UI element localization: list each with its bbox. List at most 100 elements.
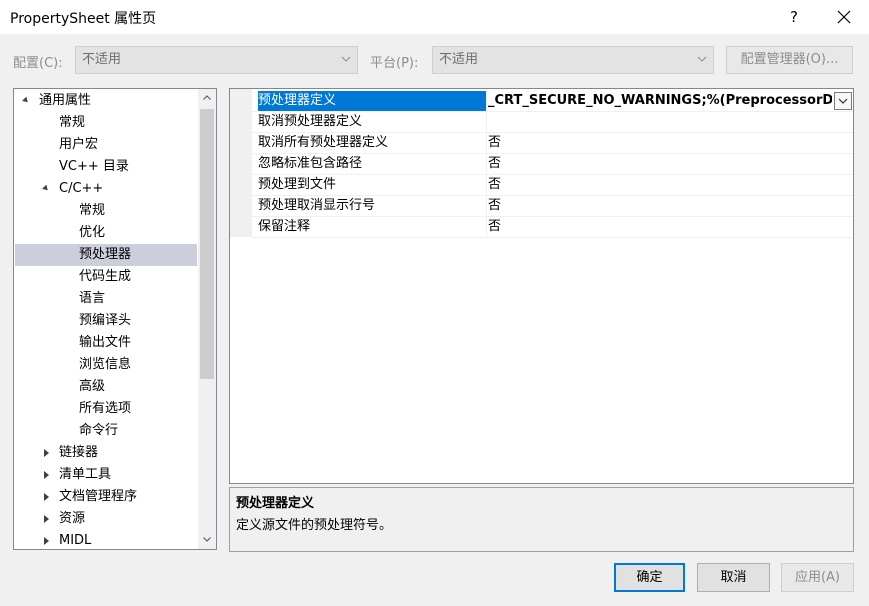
property-name: 预处理取消显示行号 — [258, 198, 376, 213]
tree-item-label: 预编译头 — [79, 313, 132, 328]
tree-item[interactable]: 预处理器 — [15, 244, 197, 266]
property-value: 否 — [488, 135, 502, 150]
description-panel: 预处理器定义 定义源文件的预处理符号。 — [229, 487, 854, 552]
tree-item[interactable]: 浏览信息 — [15, 354, 197, 376]
property-name: 预处理到文件 — [258, 177, 337, 192]
property-value: 否 — [488, 156, 502, 171]
chevron-down-icon — [838, 98, 848, 104]
config-label: 配置(C): — [13, 56, 63, 71]
cancel-button[interactable]: 取消 — [697, 563, 770, 592]
value-dropdown-button[interactable] — [834, 92, 852, 110]
tree-item[interactable]: 语言 — [15, 288, 197, 310]
tree-item[interactable]: 链接器 — [15, 442, 197, 464]
tree-item[interactable]: 文档管理程序 — [15, 486, 197, 508]
tree-item[interactable]: 优化 — [15, 222, 197, 244]
tree-item[interactable]: 输出文件 — [15, 332, 197, 354]
scroll-up-icon[interactable] — [203, 95, 211, 100]
property-row[interactable]: 预处理器定义 _CRT_SECURE_NO_WARNINGS;%(Preproce… — [252, 91, 853, 112]
property-row[interactable]: 忽略标准包含路径 否 — [252, 154, 853, 175]
config-combo-value: 不适用 — [82, 52, 122, 67]
property-name: 取消所有预处理器定义 — [258, 135, 389, 150]
collapse-arrow-icon[interactable] — [44, 515, 49, 523]
property-row[interactable]: 保留注释 否 — [252, 217, 853, 238]
tree-item-label: MIDL — [59, 533, 92, 548]
grid-gutter — [230, 89, 252, 237]
help-button[interactable]: ? — [782, 6, 806, 28]
tree-item-label: 预处理器 — [79, 247, 132, 262]
tree-item-label: 常规 — [59, 115, 86, 130]
expand-arrow-icon[interactable] — [22, 96, 30, 105]
tree-item-label: 输出文件 — [79, 335, 132, 350]
column-divider — [486, 154, 487, 174]
property-value: 否 — [488, 177, 502, 192]
tree-scroll-thumb[interactable] — [200, 109, 214, 379]
tree-item[interactable]: C/C++ — [15, 178, 197, 200]
window-title: PropertySheet 属性页 — [10, 11, 157, 27]
chevron-down-icon — [341, 56, 351, 62]
column-divider — [486, 217, 487, 237]
apply-button[interactable]: 应用(A) — [781, 563, 854, 592]
tree-item-label: VC++ 目录 — [59, 159, 129, 174]
tree-item-label: 浏览信息 — [79, 357, 132, 372]
tree-item-label: 链接器 — [59, 445, 99, 460]
title-bar: PropertySheet 属性页 ? — [0, 0, 869, 34]
tree-item-label: 资源 — [59, 511, 86, 526]
tree-item[interactable]: MIDL — [15, 530, 197, 549]
property-grid[interactable]: 预处理器定义 _CRT_SECURE_NO_WARNINGS;%(Preproce… — [229, 88, 854, 484]
tree-item-label: 通用属性 — [39, 93, 92, 108]
ok-button[interactable]: 确定 — [614, 563, 685, 592]
property-value: 否 — [488, 219, 502, 234]
category-tree[interactable]: 通用属性 常规 用户宏 VC++ 目录 C/C++ 常规 优化 预处理器 代码生成 语言 预编译头输… — [13, 88, 217, 550]
property-name: 预处理器定义 — [258, 93, 337, 108]
column-divider — [486, 133, 487, 153]
collapse-arrow-icon[interactable] — [44, 471, 49, 479]
tree-item[interactable]: 命令行 — [15, 420, 197, 442]
collapse-arrow-icon[interactable] — [44, 537, 49, 545]
tree-item-label: 优化 — [79, 225, 106, 240]
tree-item[interactable]: 高级 — [15, 376, 197, 398]
property-row[interactable]: 取消所有预处理器定义 否 — [252, 133, 853, 154]
property-row[interactable]: 预处理取消显示行号 否 — [252, 196, 853, 217]
tree-item[interactable]: 预编译头 — [15, 310, 197, 332]
scroll-down-icon[interactable] — [203, 537, 211, 542]
property-name: 忽略标准包含路径 — [258, 156, 363, 171]
tree-item[interactable]: 常规 — [15, 200, 197, 222]
config-combo[interactable]: 不适用 — [75, 46, 358, 74]
property-name: 取消预处理器定义 — [258, 114, 363, 129]
tree-item-label: C/C++ — [59, 181, 104, 196]
tree-item[interactable]: 用户宏 — [15, 134, 197, 156]
description-text: 定义源文件的预处理符号。 — [236, 518, 393, 533]
collapse-arrow-icon[interactable] — [44, 493, 49, 501]
property-value: 否 — [488, 198, 502, 213]
chevron-down-icon — [697, 56, 707, 62]
tree-item[interactable]: 常规 — [15, 112, 197, 134]
tree-item[interactable]: 清单工具 — [15, 464, 197, 486]
property-name: 保留注释 — [258, 219, 311, 234]
config-manager-button[interactable]: 配置管理器(O)... — [726, 46, 853, 74]
tree-item-label: 常规 — [79, 203, 106, 218]
tree-item-label: 高级 — [79, 379, 106, 394]
platform-combo[interactable]: 不适用 — [432, 46, 714, 74]
tree-item-label: 语言 — [79, 291, 106, 306]
tree-item[interactable]: 代码生成 — [15, 266, 197, 288]
collapse-arrow-icon[interactable] — [44, 449, 49, 457]
tree-item-label: 所有选项 — [79, 401, 132, 416]
property-row[interactable]: 取消预处理器定义 — [252, 112, 853, 133]
column-divider — [486, 112, 487, 132]
platform-label: 平台(P): — [370, 56, 419, 71]
tree-item[interactable]: 资源 — [15, 508, 197, 530]
tree-item[interactable]: 所有选项 — [15, 398, 197, 420]
tree-item-label: 清单工具 — [59, 467, 112, 482]
close-button[interactable] — [826, 0, 862, 34]
platform-combo-value: 不适用 — [439, 52, 479, 67]
description-title: 预处理器定义 — [236, 496, 315, 511]
tree-item[interactable]: VC++ 目录 — [15, 156, 197, 178]
property-value[interactable]: _CRT_SECURE_NO_WARNINGS;%(PreprocessorDe — [488, 91, 832, 111]
column-divider — [486, 91, 487, 111]
tree-item[interactable]: 通用属性 — [15, 90, 197, 112]
property-row[interactable]: 预处理到文件 否 — [252, 175, 853, 196]
tree-item-label: 文档管理程序 — [59, 489, 138, 504]
expand-arrow-icon[interactable] — [42, 184, 50, 193]
tree-item-label: 用户宏 — [59, 137, 99, 152]
tree-item-label: 代码生成 — [79, 269, 132, 284]
